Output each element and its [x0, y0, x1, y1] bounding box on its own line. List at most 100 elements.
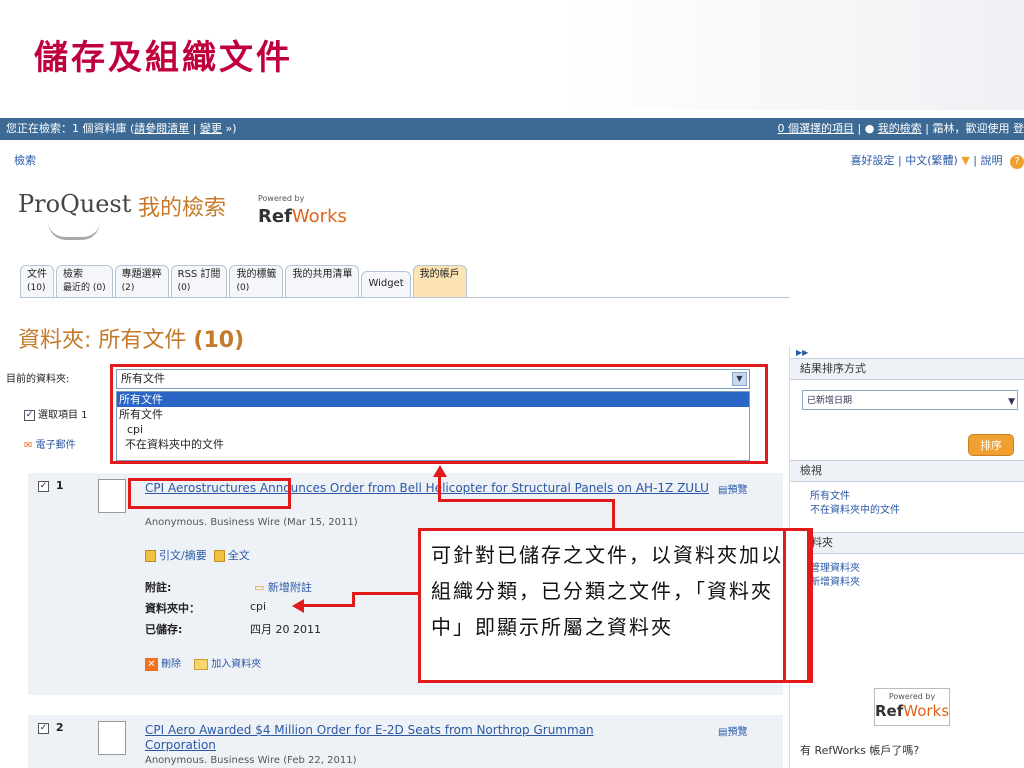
record-num: 2 [55, 721, 64, 734]
account-tabs: 文件 (10) 檢索 最近的 (0) 專題選粹 (2) RSS 訂閱 (0) 我的標籤 (… [20, 264, 790, 298]
sort-button[interactable]: 排序 [968, 434, 1014, 456]
new-folder-link[interactable]: 新增資料夾 [790, 576, 1024, 590]
connector-line [612, 499, 615, 529]
sort-select-value: 已新增日期 [807, 396, 853, 406]
my-search-link[interactable]: 我的檢索 [878, 122, 922, 135]
preview-label: 預覽 [727, 727, 748, 738]
preferences-link[interactable]: 喜好設定 [851, 154, 895, 167]
email-label: 電子郵件 [35, 440, 76, 451]
chevron-down-icon[interactable]: ▼ [961, 154, 969, 167]
saved-date: 四月 20 2011 [250, 623, 321, 636]
add-to-folder-link[interactable]: 加入資料夾 [211, 659, 261, 670]
record-num: 1 [55, 479, 64, 492]
tab-label: RSS 訂閱 [177, 269, 221, 280]
tab-count: (10) [27, 283, 46, 293]
sort-select[interactable]: 已新增日期 ▼ [802, 390, 1018, 410]
status-prefix: 您正在檢索：1 個資料庫 ( [6, 122, 135, 135]
tab-widget[interactable]: Widget [361, 271, 411, 297]
refworks-works: Works [291, 206, 347, 227]
saved-label: 已儲存: [145, 623, 183, 636]
folder-count: (10) [193, 328, 245, 353]
record-meta: Anonymous. Business Wire (Feb 22, 2011) [145, 755, 357, 766]
tab-label: 檢索 [63, 269, 83, 280]
document-icon [98, 479, 126, 513]
view-list-link[interactable]: 請參閱清單 [134, 122, 189, 135]
record-title-link[interactable]: CPI Aero Awarded $4 Million Order for E-… [145, 723, 645, 753]
tab-label: 文件 [27, 269, 47, 280]
refworks-logo: RefWorks [258, 206, 347, 227]
sidebar: ▶▶ 結果排序方式 已新增日期 ▼ 排序 檢視 所有文件 不在資料夾中的文件 資料… [789, 346, 1024, 768]
refworks-ref: Ref [258, 206, 292, 227]
change-link[interactable]: 變更 [200, 122, 222, 135]
record-number: ✓ 2 [38, 721, 64, 734]
preview-link[interactable]: ▤預覽 [718, 723, 747, 738]
email-link[interactable]: ✉ 電子郵件 [24, 436, 76, 451]
tab-count: (2) [121, 283, 135, 293]
tab-rss[interactable]: RSS 訂閱 (0) [170, 265, 228, 297]
note-label: 附註: [145, 581, 172, 594]
checkbox[interactable]: ✓ [24, 409, 35, 421]
refworks-ref: Ref [875, 702, 904, 720]
manage-folders-link[interactable]: 管理資料夾 [790, 562, 1024, 576]
help-icon[interactable]: ? [1010, 155, 1024, 169]
welcome-text: 霜林，歡迎使用 登 [932, 122, 1024, 135]
tab-shared-lists[interactable]: 我的共用清單 [285, 265, 360, 297]
callout-box: 可針對已儲存之文件，以資料夾加以組織分類，已分類之文件，「資料夾中」即顯示所屬之… [418, 528, 810, 683]
arrow-left-icon [292, 599, 304, 613]
language-select[interactable]: 中文(繁體) [905, 154, 958, 167]
slide-title: 儲存及組織文件 [34, 38, 293, 78]
checkbox[interactable]: ✓ [38, 722, 49, 734]
folder-heading: 資料夾: 所有文件 (10) [18, 322, 244, 354]
view-unfiled-link[interactable]: 不在資料夾中的文件 [790, 504, 1024, 518]
utility-nav: 喜好設定 | 中文(繁體) ▼ | 說明 ? [851, 152, 1024, 169]
highlight-box-in-folder [128, 478, 291, 509]
preview-label: 預覽 [727, 485, 748, 496]
refworks-badge[interactable]: Powered by RefWorks [874, 688, 950, 726]
delete-link[interactable]: 刪除 [161, 659, 181, 670]
tab-my-account[interactable]: 我的帳戶 [412, 265, 467, 297]
result-record: ✓ 2 CPI Aero Awarded $4 Million Order fo… [28, 715, 783, 768]
tab-documents[interactable]: 文件 (10) [20, 265, 54, 297]
search-nav-link[interactable]: 檢索 [14, 152, 36, 168]
highlight-box-sidebar [783, 528, 813, 683]
record-links: 引文/摘要 全文 [145, 547, 250, 563]
refworks-account-question: 有 RefWorks 帳戶了嗎? [800, 744, 920, 757]
tab-alerts[interactable]: 專題選粹 (2) [114, 265, 169, 297]
tab-searches[interactable]: 檢索 最近的 (0) [56, 265, 113, 297]
preview-link[interactable]: ▤預覽 [718, 481, 747, 496]
envelope-icon: ✉ [24, 440, 33, 451]
folders-heading: 資料夾 [790, 532, 1024, 554]
fulltext-icon [213, 550, 225, 562]
arrow-up-icon [433, 465, 447, 477]
tab-count: (0) [177, 283, 191, 293]
help-link[interactable]: 說明 [981, 154, 1003, 167]
refworks-works: Works [903, 702, 950, 720]
current-folder-label: 目前的資料夾: [6, 374, 70, 385]
add-note-link[interactable]: ▭ 新增附註 [254, 579, 312, 595]
search-status-bar: 您正在檢索：1 個資料庫 (請參閱清單 | 變更 ») 0 個選擇的項目 | ●… [0, 118, 1024, 140]
user-icon: ● [864, 122, 875, 135]
collapse-toggle-icon[interactable]: ▶▶ [790, 346, 1024, 358]
tab-label: 我的帳戶 [419, 269, 460, 280]
delete-icon[interactable]: ✕ [145, 657, 158, 671]
sort-heading: 結果排序方式 [790, 358, 1024, 380]
proquest-logo[interactable]: ProQuest [18, 190, 131, 218]
selected-items-link[interactable]: 0 個選擇的項目 [777, 122, 854, 135]
fulltext-link[interactable]: 全文 [228, 549, 250, 562]
record-number: ✓ 1 [38, 479, 64, 492]
cite-abstract-link[interactable]: 引文/摘要 [159, 549, 207, 562]
status-right: 0 個選擇的項目 | ● 我的檢索 | 霜林，歡迎使用 登 [777, 122, 1024, 135]
add-note-label: 新增附註 [267, 581, 312, 594]
checkbox[interactable]: ✓ [38, 480, 49, 492]
tab-label: 我的標籤 [236, 269, 277, 280]
my-search-heading: 我的檢索 [138, 196, 227, 221]
view-all-documents-link[interactable]: 所有文件 [790, 490, 1024, 504]
folder-heading-text: 資料夾: 所有文件 [18, 328, 187, 353]
record-meta: Anonymous. Business Wire (Mar 15, 2011) [145, 517, 358, 528]
connector-line [438, 499, 614, 502]
tab-my-tags[interactable]: 我的標籤 (0) [229, 265, 284, 297]
chevron-down-icon[interactable]: ▼ [1008, 393, 1015, 411]
in-folder-value: cpi [250, 600, 267, 613]
connector-line [303, 604, 355, 607]
select-items-row: ✓ 選取項目 1 [24, 406, 88, 421]
